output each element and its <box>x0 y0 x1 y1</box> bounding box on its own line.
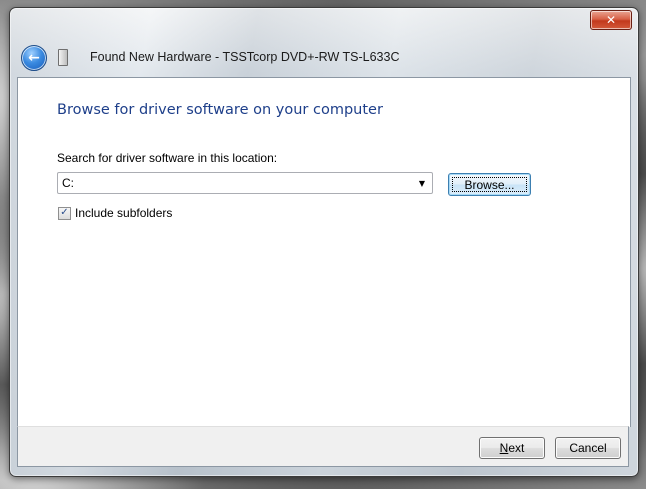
focus-rectangle <box>452 177 527 192</box>
include-subfolders-row[interactable]: ✓ Include subfolders <box>58 206 172 220</box>
wizard-content: Browse for driver software on your compu… <box>17 77 631 427</box>
wizard-footer: Next Cancel <box>17 426 629 467</box>
chevron-down-icon[interactable]: ▼ <box>415 176 429 190</box>
next-button[interactable]: Next <box>479 437 545 459</box>
window-title: Found New Hardware - TSSTcorp DVD+-RW TS… <box>90 50 400 64</box>
browse-button[interactable]: Browse... <box>448 173 531 196</box>
close-icon: ✕ <box>605 13 617 27</box>
location-value: C: <box>62 176 74 190</box>
location-label: Search for driver software in this locat… <box>57 151 278 165</box>
location-combobox[interactable]: C: ▼ <box>57 172 433 194</box>
page-heading: Browse for driver software on your compu… <box>57 102 383 118</box>
next-label-rest: ext <box>508 441 525 455</box>
include-subfolders-label: Include subfolders <box>75 206 173 220</box>
back-arrow-icon: ← <box>28 50 40 66</box>
cancel-button[interactable]: Cancel <box>555 437 621 459</box>
back-button[interactable]: ← <box>21 45 47 71</box>
wizard-window: ✕ ← Found New Hardware - TSSTcorp DVD+-R… <box>9 7 639 477</box>
cancel-button-label: Cancel <box>569 441 607 455</box>
checkmark-icon: ✓ <box>60 207 69 218</box>
hardware-device-icon <box>58 49 68 66</box>
next-mnemonic: N <box>499 441 509 455</box>
close-button[interactable]: ✕ <box>590 10 632 30</box>
include-subfolders-checkbox[interactable]: ✓ <box>58 206 71 220</box>
